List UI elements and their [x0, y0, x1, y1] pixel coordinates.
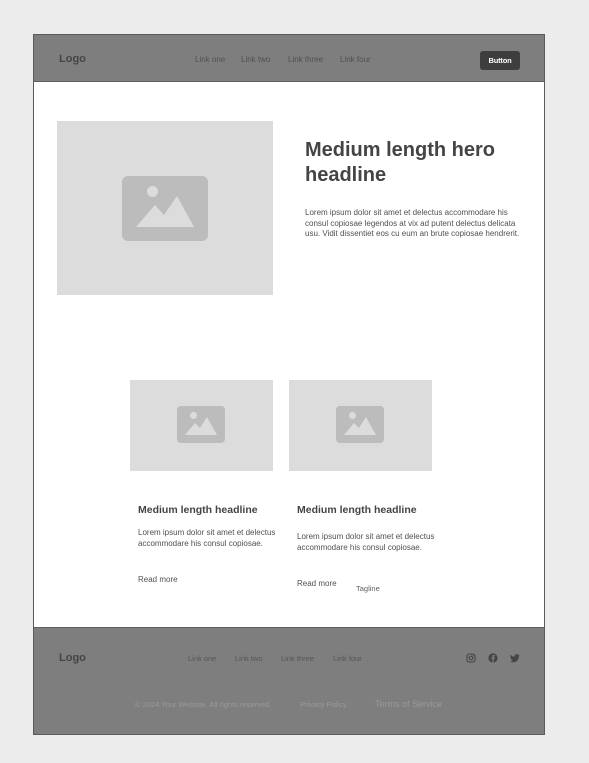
footer-link-one[interactable]: Link one [188, 654, 216, 663]
twitter-icon[interactable] [510, 653, 520, 663]
footer-privacy-link[interactable]: Privacy Policy [300, 700, 347, 709]
card-tagline: Tagline [356, 584, 380, 593]
card-headline: Medium length headline [138, 504, 258, 516]
card-image-placeholder [289, 380, 432, 471]
footer-terms-link[interactable]: Terms of Service [375, 699, 442, 709]
hero-headline: Medium length hero headline [305, 139, 495, 186]
nav-link-one[interactable]: Link one [195, 55, 225, 64]
header: Logo Link one Link two Link three Link f… [34, 35, 544, 82]
footer-link-four[interactable]: Link four [333, 654, 362, 663]
image-placeholder-icon [177, 406, 225, 443]
page-frame: Logo Link one Link two Link three Link f… [33, 34, 545, 735]
footer-copyright: © 2024 Your Website. All rights reserved… [135, 700, 272, 709]
footer-link-three[interactable]: Link three [281, 654, 314, 663]
card-image-placeholder [130, 380, 273, 471]
facebook-icon[interactable] [488, 653, 498, 663]
nav-link-four[interactable]: Link four [340, 55, 371, 64]
card-body-text: Lorem ipsum dolor sit amet et delectus a… [138, 528, 276, 548]
footer: Logo Link one Link two Link three Link f… [34, 627, 544, 734]
card-headline: Medium length headline [297, 504, 417, 516]
hero-body-text: Lorem ipsum dolor sit amet et delectus a… [305, 208, 520, 238]
footer-logo[interactable]: Logo [59, 652, 86, 664]
footer-link-two[interactable]: Link two [235, 654, 263, 663]
header-button[interactable]: Button [480, 51, 520, 70]
header-logo[interactable]: Logo [59, 53, 86, 65]
nav-link-three[interactable]: Link three [288, 55, 323, 64]
card-body-text: Lorem ipsum dolor sit amet et delectus a… [297, 532, 435, 552]
nav-link-two[interactable]: Link two [241, 55, 270, 64]
image-placeholder-icon [122, 176, 208, 241]
card-read-more-link[interactable]: Read more [297, 579, 337, 588]
hero-image-placeholder [57, 121, 273, 295]
image-placeholder-icon [336, 406, 384, 443]
card-read-more-link[interactable]: Read more [138, 575, 178, 584]
instagram-icon[interactable] [466, 653, 476, 663]
